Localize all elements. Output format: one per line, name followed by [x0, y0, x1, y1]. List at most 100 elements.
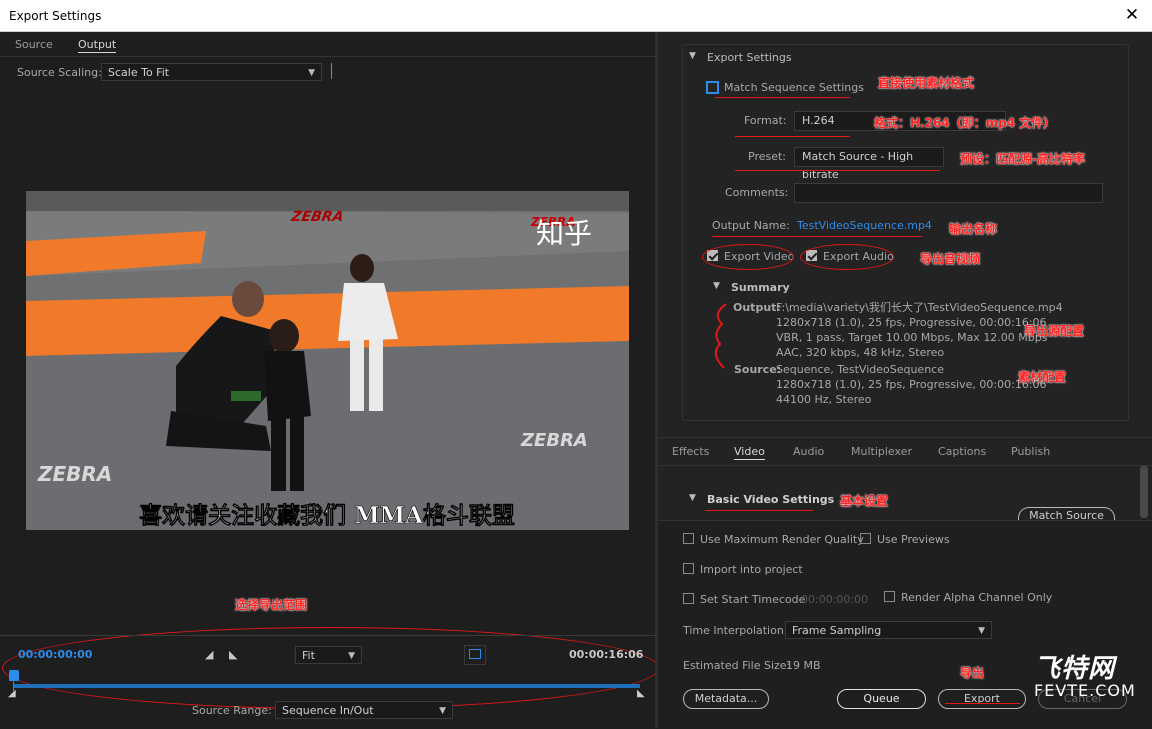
comments-label: Comments: — [725, 186, 789, 199]
summary-source-line: Sequence, TestVideoSequence — [776, 363, 944, 376]
mat-logo-bottom-right: ZEBRA — [520, 430, 588, 451]
output-name-label: Output Name: — [712, 219, 790, 232]
source-range-dropdown[interactable]: Sequence In/Out ▼ — [275, 701, 453, 719]
chevron-down-icon[interactable]: ▼ — [689, 51, 696, 61]
start-timecode-value: 00:00:00:00 — [801, 593, 869, 606]
output-bracket-scribble — [714, 303, 727, 369]
metadata-button[interactable]: Metadata... — [683, 689, 769, 709]
estimated-size-label: Estimated File Size: — [683, 659, 791, 672]
logo-en: FEVTE.COM — [1034, 681, 1136, 700]
start-timecode-label[interactable]: Set Start Timecode — [700, 593, 805, 606]
format-value: H.264 — [802, 114, 835, 127]
tab-video[interactable]: Video — [734, 445, 765, 460]
annotation-format: 格式：H.264（即：mp4 文件） — [874, 116, 1056, 130]
tabs-top-divider — [658, 437, 1152, 438]
match-sequence-checkbox[interactable] — [706, 81, 719, 94]
logo-cn: 飞特网 — [1034, 654, 1116, 684]
circle-export-video — [702, 244, 794, 270]
export-settings-header[interactable]: Export Settings — [707, 51, 792, 64]
mark-in-icon[interactable]: ◢ — [205, 648, 213, 661]
output-name-link[interactable]: TestVideoSequence.mp4 — [797, 219, 932, 232]
summary-source-line: 1280x718 (1.0), 25 fps, Progressive, 00:… — [776, 378, 1047, 391]
underline-output-name — [712, 236, 922, 237]
import-project-label[interactable]: Import into project — [700, 563, 803, 576]
tab-audio[interactable]: Audio — [793, 445, 824, 458]
summary-output-line: AAC, 320 kbps, 48 kHz, Stereo — [776, 346, 945, 359]
source-range-value: Sequence In/Out — [282, 704, 374, 717]
annotation-output-name: 输出名称 — [949, 222, 998, 236]
match-sequence-label[interactable]: Match Sequence Settings — [724, 81, 864, 94]
chevron-down-icon[interactable]: ▼ — [689, 493, 696, 503]
format-label: Format: — [744, 114, 787, 127]
settings-scrollbar[interactable] — [1140, 466, 1148, 518]
underline-preset — [735, 170, 940, 171]
aspect-toggle-button[interactable] — [464, 645, 486, 665]
summary-output-block: F:\media\variety\我们长大了\TestVideoSequence… — [776, 300, 1063, 360]
match-source-button[interactable]: Match Source — [1018, 507, 1115, 520]
annotation-preset: 预设：匹配源-高比特率 — [960, 152, 1085, 166]
render-alpha-checkbox[interactable] — [884, 591, 895, 602]
in-point-marker[interactable]: ◢ — [8, 688, 16, 699]
timeline-range-bar[interactable] — [13, 684, 640, 688]
title-bar: Export Settings ✕ — [0, 0, 1152, 32]
close-icon[interactable]: ✕ — [1122, 5, 1142, 25]
tab-multiplexer[interactable]: Multiplexer — [851, 445, 912, 458]
watermark-zhihu: 知乎 — [536, 217, 592, 250]
basic-video-settings-header[interactable]: Basic Video Settings — [707, 493, 834, 506]
annotation-source-config: 素材配置 — [1018, 370, 1067, 384]
tab-publish[interactable]: Publish — [1011, 445, 1050, 458]
annotation-output-config: 导出源配置 — [1024, 324, 1085, 338]
comments-input[interactable] — [794, 183, 1103, 203]
out-point-marker[interactable]: ◣ — [637, 688, 645, 699]
export-button[interactable]: Export — [938, 689, 1026, 709]
chevron-down-icon: ▼ — [348, 651, 355, 661]
window-title: Export Settings — [9, 9, 102, 23]
summary-header[interactable]: Summary — [731, 281, 790, 294]
zoom-dropdown[interactable]: Fit ▼ — [295, 646, 362, 664]
annotation-export: 导出 — [960, 666, 985, 680]
estimated-size-value: 19 MB — [786, 659, 821, 672]
summary-source-block: Sequence, TestVideoSequence 1280x718 (1.… — [776, 362, 1047, 407]
max-render-label[interactable]: Use Maximum Render Quality — [700, 533, 864, 546]
use-previews-checkbox[interactable] — [860, 533, 871, 544]
playhead-handle[interactable] — [9, 670, 19, 681]
annotation-export-av: 导出音视频 — [920, 252, 981, 266]
summary-output-label: Output: — [733, 301, 781, 314]
preset-label: Preset: — [748, 150, 787, 163]
render-alpha-label[interactable]: Render Alpha Channel Only — [901, 591, 1052, 604]
preset-dropdown[interactable]: Match Source - High bitrate — [794, 147, 944, 181]
summary-source-line: 44100 Hz, Stereo — [776, 393, 872, 406]
underline-match — [715, 97, 850, 98]
underline-format — [735, 136, 850, 137]
summary-source-label: Source: — [734, 363, 782, 376]
start-timecode-checkbox[interactable] — [683, 593, 694, 604]
chevron-down-icon[interactable]: ▼ — [713, 281, 720, 291]
annotation-range-circle — [2, 627, 659, 709]
use-previews-label[interactable]: Use Previews — [877, 533, 950, 546]
queue-button[interactable]: Queue — [837, 689, 926, 709]
summary-output-line: F:\media\variety\我们长大了\TestVideoSequence… — [776, 301, 1063, 314]
tab-output[interactable]: Output — [78, 38, 117, 53]
video-preview: ZEBRA ZEBRA ZEBRA ZEBRA 知乎 喜欢请关注收藏我们 MMA… — [26, 191, 629, 530]
annotation-match: 直接使用素材格式 — [878, 76, 975, 90]
time-interpolation-dropdown[interactable]: Frame Sampling ▼ — [785, 621, 992, 639]
chevron-down-icon: ▼ — [308, 68, 315, 78]
toolbar-separator — [331, 63, 332, 79]
underline-export — [945, 703, 1020, 704]
tab-effects[interactable]: Effects — [672, 445, 709, 458]
max-render-checkbox[interactable] — [683, 533, 694, 544]
tab-source[interactable]: Source — [15, 38, 53, 51]
mat-logo-top: ZEBRA — [289, 209, 345, 225]
source-range-label: Source Range: — [192, 704, 272, 717]
tab-divider — [0, 56, 655, 57]
time-interpolation-value: Frame Sampling — [792, 624, 882, 637]
aspect-ratio-icon — [469, 649, 481, 659]
current-timecode[interactable]: 00:00:00:00 — [18, 648, 92, 661]
video-subtitle: 喜欢请关注收藏我们 MMA格斗联盟 — [139, 502, 515, 529]
mark-out-icon[interactable]: ◣ — [229, 648, 237, 661]
summary-output-line: 1280x718 (1.0), 25 fps, Progressive, 00:… — [776, 316, 1047, 329]
mat-logo-left: ZEBRA — [37, 462, 112, 486]
source-scaling-dropdown[interactable]: Scale To Fit ▼ — [101, 63, 322, 81]
import-project-checkbox[interactable] — [683, 563, 694, 574]
tab-captions[interactable]: Captions — [938, 445, 986, 458]
